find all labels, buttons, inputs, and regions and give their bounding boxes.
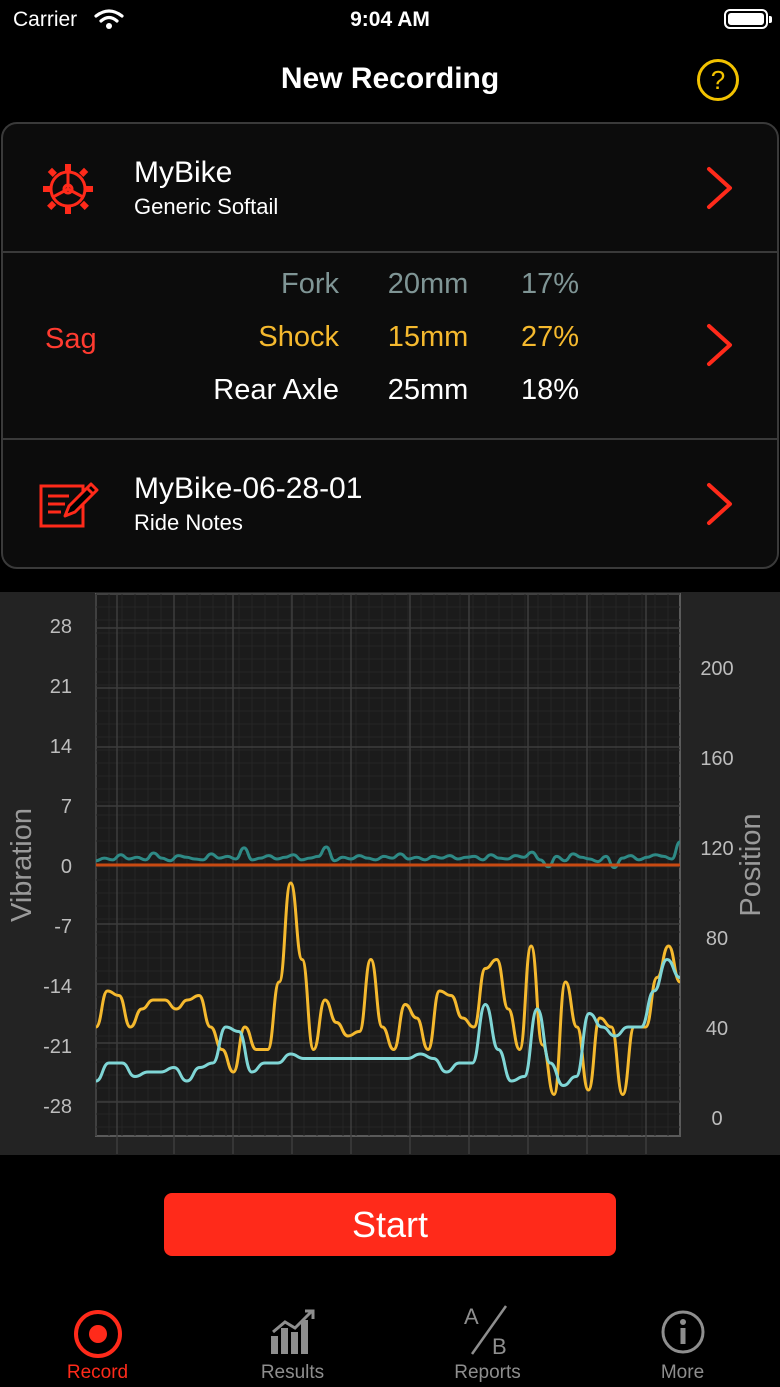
notes-row[interactable]: MyBike-06-28-01 Ride Notes [3,440,777,568]
tab-more[interactable]: More [585,1298,780,1387]
left-axis-tick-label: 0 [61,856,72,878]
sag-shock-name: Shock [258,321,339,353]
sag-rear-axle-name: Rear Axle [213,374,339,406]
status-bar: Carrier 9:04 AM [0,0,780,40]
left-axis-tick-label: -21 [43,1036,72,1058]
a-b-compare-icon: A B [458,1302,518,1365]
chevron-right-icon [705,323,735,372]
left-axis-tick-label: -28 [43,1096,72,1118]
right-axis-tick-label: 200 [700,658,733,680]
left-axis-tick-label: 28 [50,616,72,638]
edit-notes-icon [39,480,99,535]
sag-fork-pct: 17% [520,268,580,300]
svg-text:B: B [492,1334,507,1359]
left-axis-tick-label: -7 [54,916,72,938]
tab-record-label: Record [66,1362,129,1383]
status-time: 9:04 AM [350,8,430,31]
tab-results-label: Results [260,1362,325,1383]
tab-reports-label: Reports [454,1362,521,1383]
left-axis-tick-label: -14 [43,976,72,998]
tab-bar: Record Results A B Reports More [0,1298,780,1387]
chevron-right-icon [705,482,735,531]
bike-model: Generic Softail [134,194,279,219]
notes-subtitle: Ride Notes [134,510,243,535]
sag-shock-mm: 15mm [387,321,469,353]
right-axis-tick-label: 80 [706,928,728,950]
sag-label: Sag [45,323,97,355]
left-axis-tick-label: 14 [50,736,72,758]
sag-shock-pct: 27% [520,321,580,353]
info-icon [659,1308,707,1361]
start-button[interactable]: Start [164,1193,616,1256]
bar-chart-icon [267,1308,319,1361]
right-axis-tick-label: 40 [706,1018,728,1040]
right-axis-tick-label: 160 [700,748,733,770]
left-axis-tick-label: 7 [61,796,72,818]
left-axis-title: Vibration [6,808,38,922]
left-axis-tick-label: 21 [50,676,72,698]
page-title: New Recording [280,62,500,95]
chevron-right-icon [705,166,735,215]
sag-fork-mm: 20mm [387,268,469,300]
notes-title: MyBike-06-28-01 [134,472,363,505]
tab-results[interactable]: Results [195,1298,390,1387]
chart-svg: 28 21 14 7 0 -7 -14 -21 -28 200 160 120 80 40 0 Vibrati… [6,593,767,1154]
tab-more-label: More [660,1362,705,1383]
bike-row[interactable]: MyBike Generic Softail [3,124,777,253]
sag-fork-name: Fork [281,268,339,300]
gear-icon [41,162,95,221]
battery-icon [724,9,772,29]
record-icon [72,1308,124,1365]
right-axis-title: Position [735,813,767,916]
sag-rear-axle-pct: 18% [520,374,580,406]
tab-record[interactable]: Record [0,1298,195,1387]
vibration-position-chart: 28 21 14 7 0 -7 -14 -21 -28 200 160 120 80 40 0 Vibrati… [0,592,780,1155]
sag-rear-axle-mm: 25mm [387,374,469,406]
tab-reports[interactable]: A B Reports [390,1298,585,1387]
bike-name: MyBike [134,156,233,189]
help-button[interactable]: ? [697,59,739,101]
right-axis-tick-label: 120 [700,838,733,860]
right-axis-tick-label: 0 [711,1108,722,1130]
svg-text:A: A [464,1304,479,1329]
